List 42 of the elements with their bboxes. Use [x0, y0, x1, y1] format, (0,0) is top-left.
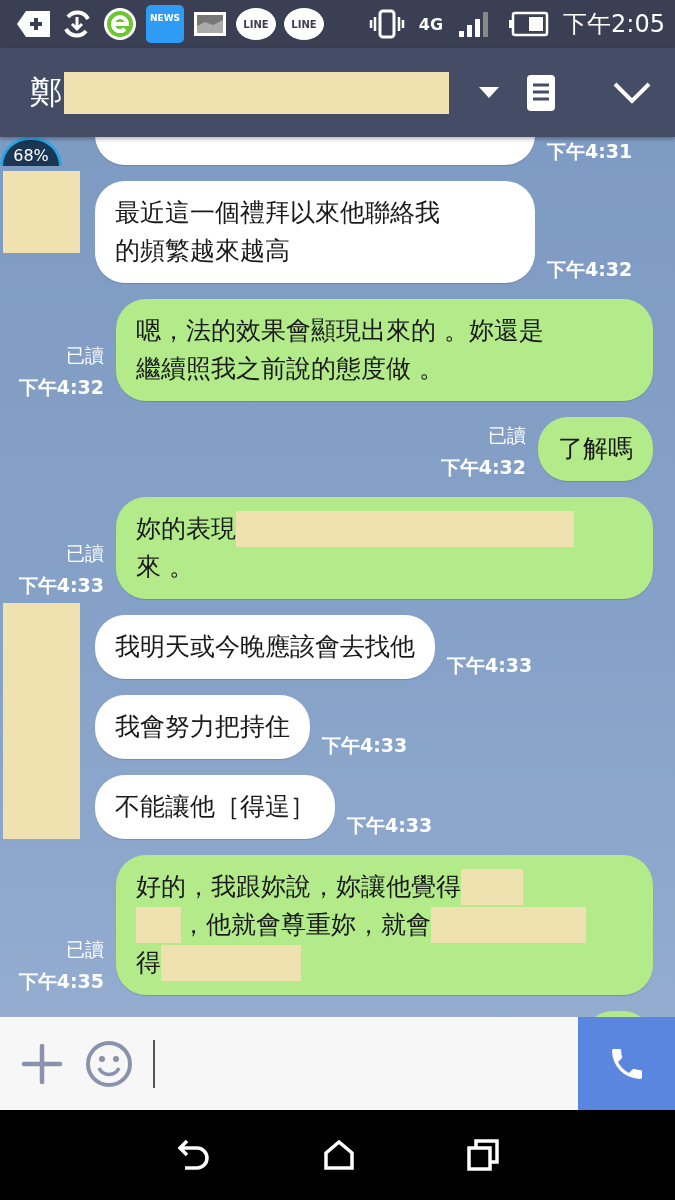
read-receipt: 已讀	[66, 343, 104, 368]
image-icon	[192, 10, 228, 38]
network-type: 4G	[418, 14, 444, 34]
vibrate-icon	[368, 9, 405, 39]
message-time: 下午4:32	[547, 257, 633, 282]
caret-icon[interactable]	[479, 86, 499, 99]
message-text: 我會努力把持住	[115, 711, 290, 743]
news-app-icon: NEWS	[146, 5, 184, 43]
chevron-down-icon[interactable]	[613, 81, 651, 104]
speed-widget[interactable]: 68%	[0, 137, 62, 166]
tag-plus-icon	[16, 9, 52, 39]
message-time: 下午4:35	[18, 969, 104, 994]
message-time: 下午4:33	[18, 573, 104, 598]
chat-app-icon: LINE	[284, 8, 324, 40]
message-time: 下午4:33	[322, 733, 408, 758]
clock: 下午2:05	[563, 9, 665, 40]
read-receipt: 已讀	[488, 423, 526, 448]
read-receipt: 已讀	[66, 937, 104, 962]
read-receipt: 已讀	[66, 541, 104, 566]
browser-icon	[102, 6, 138, 42]
message-text: 妳的表現 來 。	[136, 510, 633, 586]
chat-app-icon: LINE	[236, 8, 276, 40]
battery-icon	[507, 11, 550, 37]
message-text: 最近這一個禮拜以來他聯絡我 的頻繁越來越高	[115, 197, 441, 267]
message-text: 好的，我跟妳說，妳讓他覺得 ，他就會尊重妳，就會 得	[136, 868, 633, 982]
call-button[interactable]	[578, 1017, 675, 1110]
message-text: 我明天或今晚應該會去找他	[115, 631, 415, 663]
message-time: 下午4:33	[347, 813, 433, 838]
message-text: 不能讓他［得逞］	[115, 791, 315, 823]
chat-title[interactable]: 鄭	[30, 70, 62, 115]
message-time: 下午4:31	[547, 139, 633, 164]
message-time: 下午4:33	[447, 653, 533, 678]
message-time: 下午4:32	[18, 375, 104, 400]
emoji-icon[interactable]	[85, 1039, 133, 1088]
recents-icon[interactable]	[466, 1139, 499, 1171]
message-time: 下午4:32	[440, 455, 526, 480]
home-icon[interactable]	[323, 1140, 354, 1170]
message-text: 了解嗎	[558, 433, 633, 465]
message-text: 嗯，法的效果會顯現出來的 。妳還是 繼續照我之前說的態度做 。	[136, 315, 545, 385]
plus-icon[interactable]	[22, 1043, 62, 1084]
notes-icon[interactable]	[527, 74, 555, 111]
back-icon[interactable]	[176, 1140, 211, 1170]
